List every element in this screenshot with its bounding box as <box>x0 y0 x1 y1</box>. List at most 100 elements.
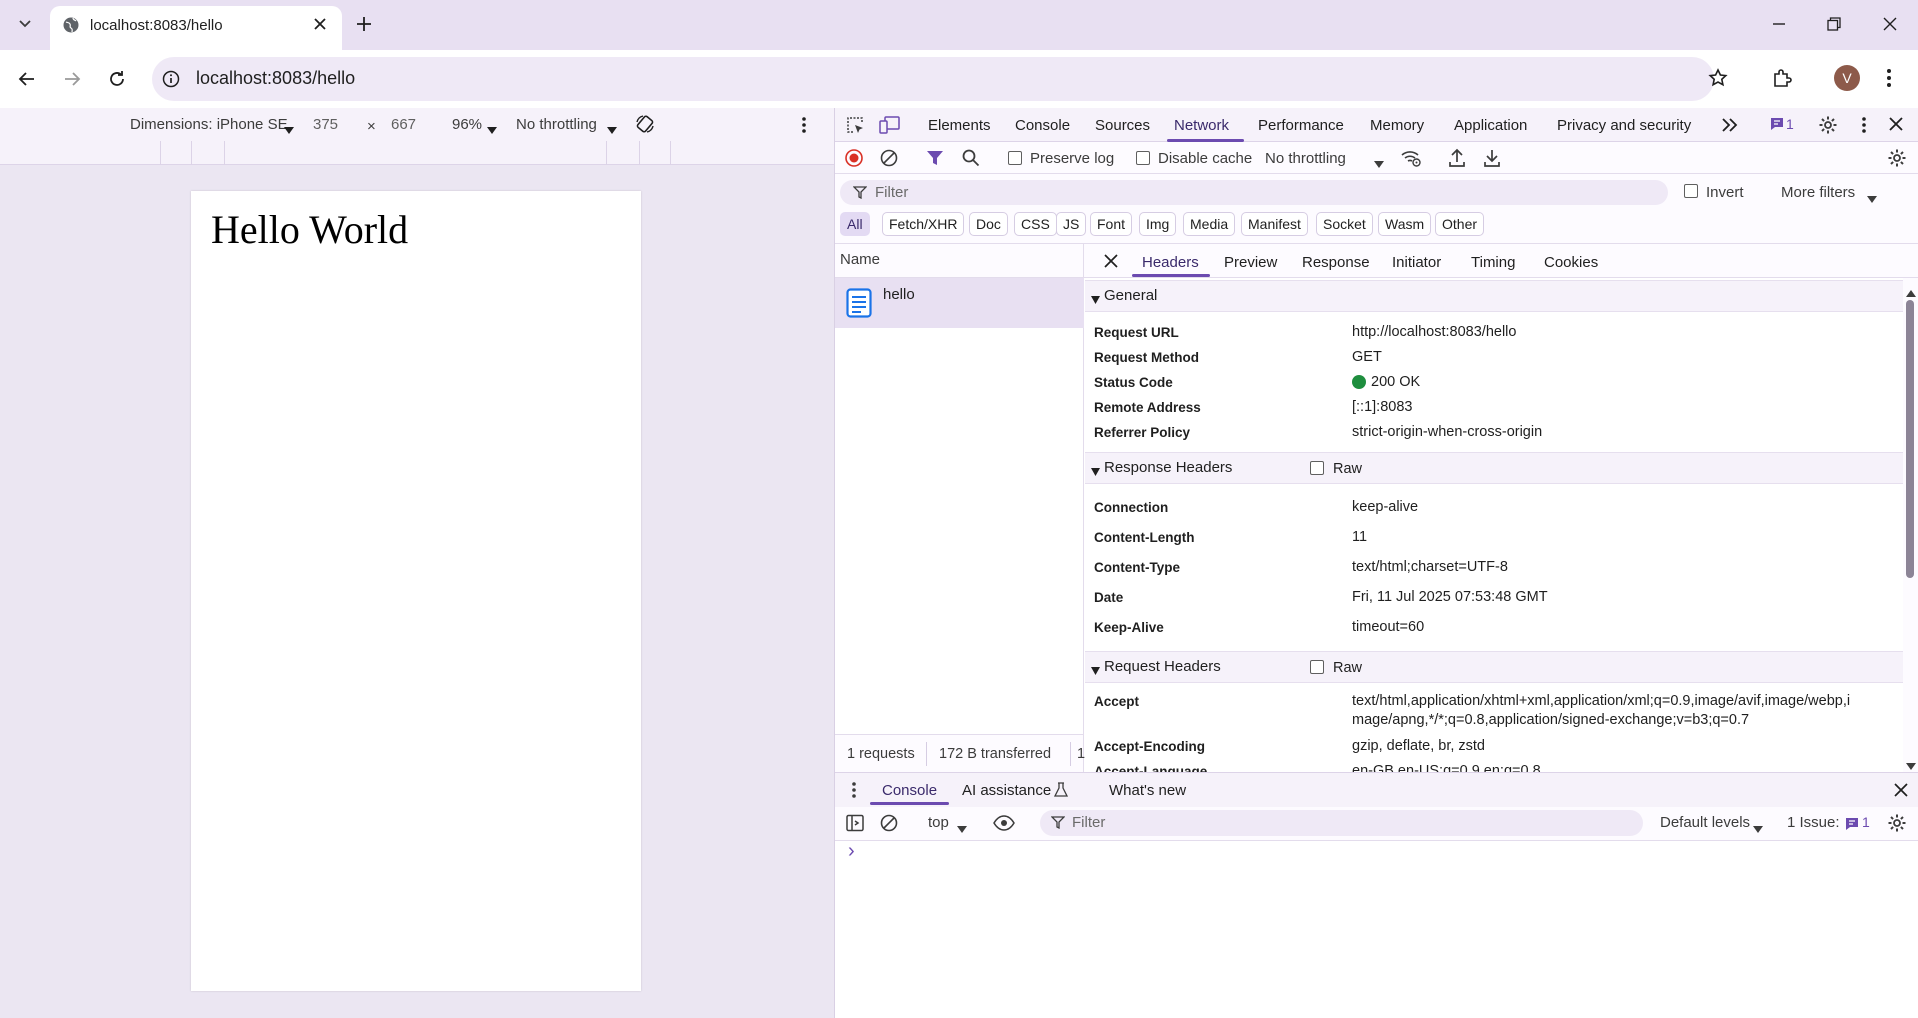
request-raw-checkbox[interactable] <box>1310 660 1324 674</box>
tab-privacy-security[interactable]: Privacy and security <box>1557 117 1691 134</box>
media-query-bar[interactable] <box>0 141 834 165</box>
request-row[interactable] <box>835 278 1084 328</box>
tab-network[interactable]: Network <box>1174 117 1229 134</box>
tab-headers[interactable]: Headers <box>1142 254 1199 271</box>
back-icon[interactable] <box>17 69 37 93</box>
drawer-tab-ai-assistance[interactable]: AI assistance <box>962 782 1051 799</box>
request-raw-label[interactable]: Raw <box>1333 660 1362 676</box>
type-filter-socket[interactable]: Socket <box>1316 212 1373 236</box>
general-section-title[interactable]: General <box>1104 287 1157 304</box>
url-text[interactable]: localhost:8083/hello <box>196 68 355 89</box>
request-headers-title[interactable]: Request Headers <box>1104 658 1221 675</box>
response-raw-label[interactable]: Raw <box>1333 461 1362 477</box>
console-issues-label[interactable]: 1 Issue: <box>1787 814 1840 831</box>
type-filter-wasm[interactable]: Wasm <box>1378 212 1432 236</box>
site-info-icon[interactable] <box>162 70 180 92</box>
tab-console[interactable]: Console <box>1015 117 1070 134</box>
more-tabs-icon[interactable] <box>1721 117 1739 137</box>
type-filter-fetch-xhr[interactable]: Fetch/XHR <box>882 212 965 236</box>
context-select[interactable]: top <box>928 814 949 831</box>
console-clear-icon[interactable] <box>880 814 898 836</box>
tab-application[interactable]: Application <box>1454 117 1527 134</box>
device-height-input[interactable]: 667 <box>391 116 416 133</box>
tab-cookies[interactable]: Cookies <box>1544 254 1598 271</box>
zoom-select[interactable]: 96% <box>452 116 482 133</box>
network-conditions-icon[interactable] <box>1400 148 1422 172</box>
rotate-icon[interactable] <box>634 113 656 139</box>
preserve-log-checkbox[interactable] <box>1008 151 1022 165</box>
close-drawer-icon[interactable] <box>1894 783 1908 801</box>
console-output[interactable] <box>835 841 1918 1018</box>
invert-checkbox[interactable] <box>1684 184 1698 198</box>
filter-toggle-icon[interactable] <box>926 150 944 170</box>
close-detail-icon[interactable] <box>1104 254 1118 272</box>
bookmark-star-icon[interactable] <box>1708 68 1728 92</box>
forward-icon[interactable] <box>62 69 82 93</box>
tab-timing[interactable]: Timing <box>1471 254 1515 271</box>
type-filter-manifest[interactable]: Manifest <box>1241 212 1308 236</box>
type-filter-doc[interactable]: Doc <box>969 212 1008 236</box>
filter-input[interactable] <box>840 180 1668 205</box>
type-filter-all[interactable]: All <box>840 212 870 236</box>
type-filter-media[interactable]: Media <box>1183 212 1236 236</box>
close-devtools-icon[interactable] <box>1889 117 1903 135</box>
disable-cache-checkbox[interactable] <box>1136 151 1150 165</box>
scrollbar-thumb[interactable] <box>1906 300 1914 578</box>
address-bar[interactable] <box>152 57 1714 101</box>
log-levels-select[interactable]: Default levels <box>1660 814 1750 831</box>
response-raw-checkbox[interactable] <box>1310 461 1324 475</box>
device-throttling-select[interactable]: No throttling <box>516 116 597 133</box>
tab-memory[interactable]: Memory <box>1370 117 1424 134</box>
issues-icon[interactable] <box>1845 817 1859 835</box>
device-toggle-icon[interactable] <box>879 115 901 139</box>
disable-cache-label[interactable]: Disable cache <box>1158 150 1252 167</box>
search-icon[interactable] <box>962 149 980 171</box>
type-filter-other[interactable]: Other <box>1435 212 1485 236</box>
type-filter-css[interactable]: CSS <box>1014 212 1057 236</box>
device-width-input[interactable]: 375 <box>313 116 338 133</box>
console-prompt[interactable]: › <box>848 840 855 863</box>
drawer-menu-icon[interactable] <box>851 781 857 803</box>
import-har-icon[interactable] <box>1448 148 1466 172</box>
tab-preview[interactable]: Preview <box>1224 254 1277 271</box>
more-filters-button[interactable]: More filters <box>1781 184 1855 201</box>
scroll-up-arrow-icon[interactable] <box>1906 284 1916 301</box>
invert-label[interactable]: Invert <box>1706 184 1744 201</box>
close-window-icon[interactable] <box>1882 16 1898 36</box>
response-headers-title[interactable]: Response Headers <box>1104 459 1232 476</box>
extensions-icon[interactable] <box>1771 68 1793 94</box>
devtools-more-icon[interactable] <box>1861 116 1867 138</box>
general-section-header[interactable] <box>1085 280 1903 312</box>
preserve-log-label[interactable]: Preserve log <box>1030 150 1114 167</box>
minimize-icon[interactable] <box>1771 16 1787 36</box>
type-filter-font[interactable]: Font <box>1090 212 1133 236</box>
device-dimensions-select[interactable]: Dimensions: iPhone SE <box>130 116 288 133</box>
console-issues-count[interactable]: 1 <box>1862 814 1870 830</box>
close-tab-icon[interactable] <box>312 16 328 36</box>
record-icon[interactable] <box>845 149 863 171</box>
console-settings-icon[interactable] <box>1887 813 1907 837</box>
network-throttling-select[interactable]: No throttling <box>1265 150 1346 167</box>
tab-search-icon[interactable] <box>16 14 34 36</box>
tab-response[interactable]: Response <box>1302 254 1370 271</box>
avatar[interactable]: V <box>1834 65 1860 91</box>
tab-elements[interactable]: Elements <box>928 117 991 134</box>
network-settings-icon[interactable] <box>1887 148 1907 172</box>
new-tab-icon[interactable] <box>356 16 372 36</box>
drawer-tab-console[interactable]: Console <box>882 782 937 799</box>
console-filter-input[interactable] <box>1040 810 1643 836</box>
drawer-tab-whats-new[interactable]: What's new <box>1109 782 1186 799</box>
export-har-icon[interactable] <box>1483 148 1501 172</box>
issues-icon[interactable] <box>1770 117 1784 135</box>
tab-initiator[interactable]: Initiator <box>1392 254 1441 271</box>
request-name[interactable]: hello <box>883 286 915 303</box>
live-expression-eye-icon[interactable] <box>993 815 1015 835</box>
devtools-settings-icon[interactable] <box>1818 115 1838 139</box>
device-more-icon[interactable] <box>801 116 807 138</box>
restore-icon[interactable] <box>1826 16 1842 36</box>
type-filter-img[interactable]: Img <box>1139 212 1177 236</box>
issues-count[interactable]: 1 <box>1786 116 1794 132</box>
tab-sources[interactable]: Sources <box>1095 117 1150 134</box>
console-sidebar-icon[interactable] <box>846 814 864 836</box>
more-vert-icon[interactable] <box>1886 68 1892 92</box>
